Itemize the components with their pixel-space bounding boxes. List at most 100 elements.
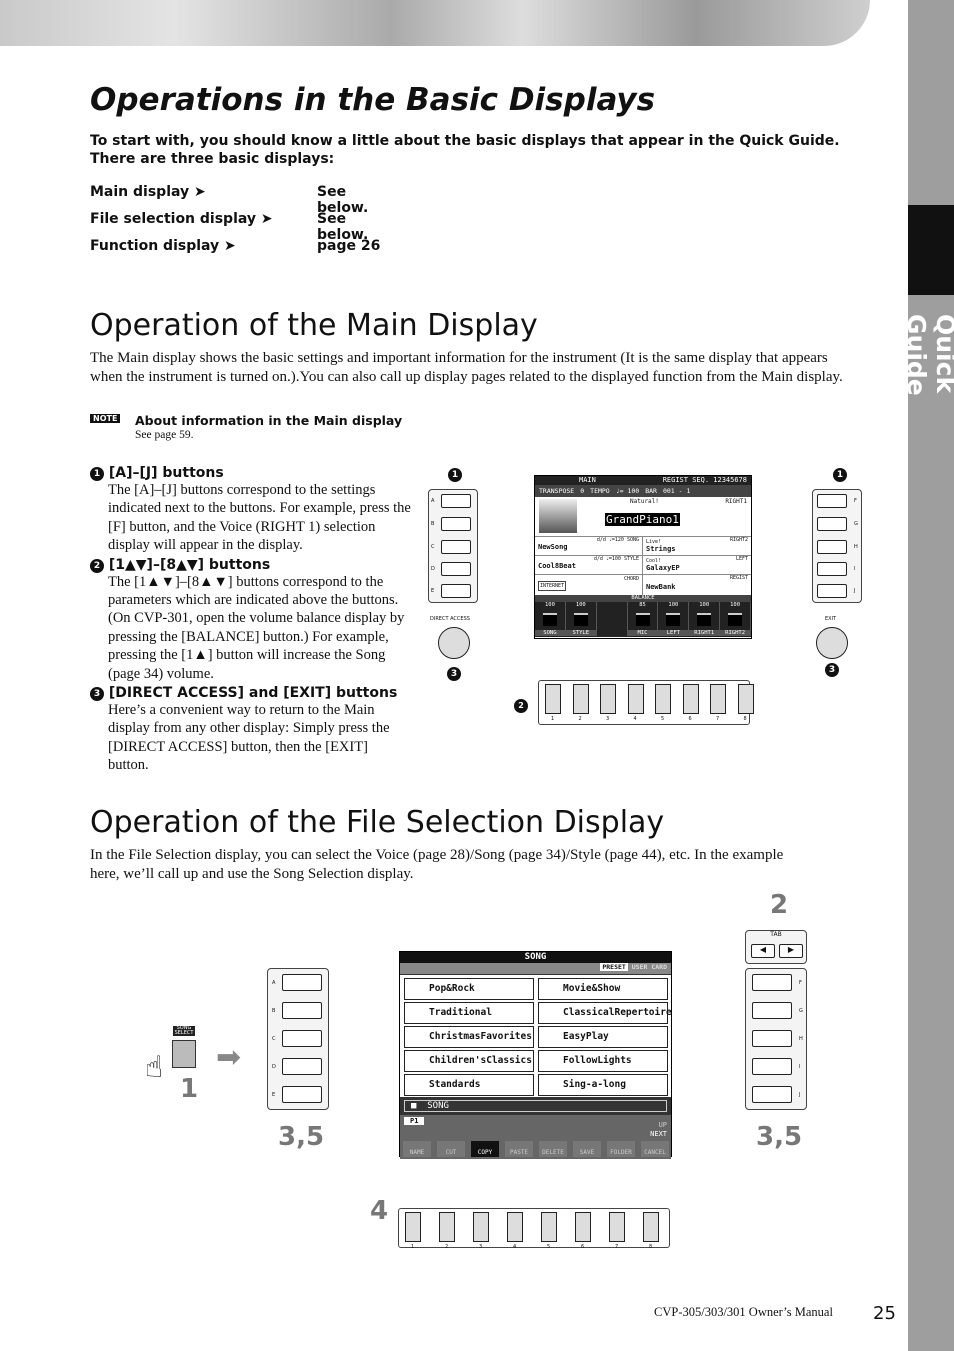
button-h[interactable] (817, 540, 847, 554)
letter-button[interactable] (282, 1086, 322, 1103)
style-name[interactable]: Cool8Beat (538, 562, 576, 570)
balance-fader[interactable] (666, 613, 681, 626)
file-item[interactable]: Movie&Show (538, 978, 668, 1000)
tool-button-cancel[interactable]: CANCEL (641, 1141, 669, 1157)
tool-button-paste[interactable]: PASTE (505, 1141, 533, 1157)
slider-button-7[interactable] (609, 1212, 625, 1242)
slider-button-5[interactable] (655, 684, 671, 714)
slider-button-3[interactable] (473, 1212, 489, 1242)
up-button[interactable]: UP (659, 1121, 667, 1129)
right2-voice[interactable]: Strings (646, 545, 676, 553)
item-text: Here’s a convenient way to return to the… (108, 702, 390, 774)
page-tab-p1[interactable]: P1 (404, 1117, 425, 1125)
letter-button[interactable] (752, 1030, 792, 1047)
slider-number: 1 (551, 716, 555, 722)
slider-number: 4 (633, 716, 637, 722)
file-item[interactable]: Sing-a-long (538, 1074, 668, 1096)
direct-access-button[interactable] (438, 627, 470, 659)
file-item[interactable]: Children'sClassics (404, 1050, 534, 1072)
balance-column: 100 RIGHT1 (689, 602, 721, 636)
button-letter: E (431, 588, 435, 594)
song-select-button[interactable] (172, 1040, 196, 1068)
tab-card[interactable]: CARD (651, 963, 667, 971)
song-name[interactable]: NewSong (538, 543, 568, 551)
transpose-value[interactable]: 0 (580, 485, 584, 497)
slider-button-8[interactable] (643, 1212, 659, 1242)
slider-button-8[interactable] (737, 684, 754, 714)
slider-button-7[interactable] (710, 684, 726, 714)
next-button[interactable]: NEXT (650, 1130, 667, 1138)
button-f[interactable] (817, 494, 847, 508)
tool-button-name[interactable]: NAME (403, 1141, 431, 1157)
slider-button-4[interactable] (507, 1212, 523, 1242)
lcd-title: MAIN (579, 476, 596, 484)
slider-button-4[interactable] (627, 684, 644, 714)
letter-button[interactable] (752, 974, 792, 991)
slider-button-2[interactable] (439, 1212, 455, 1242)
button-e[interactable] (441, 584, 471, 598)
callout-number: 1 (448, 468, 462, 482)
slider-button-3[interactable] (600, 684, 616, 714)
balance-fader[interactable] (635, 613, 650, 626)
file-item[interactable]: ClassicalRepertoire (538, 1002, 672, 1024)
tab-preset[interactable]: PRESET (600, 963, 628, 971)
regist-bank[interactable]: NewBank (646, 583, 676, 591)
tab-right-button[interactable]: ▶ (779, 944, 803, 958)
piano-image (539, 499, 577, 533)
balance-fader[interactable] (728, 613, 743, 626)
slider-button-1[interactable] (405, 1212, 421, 1242)
file-item[interactable]: ChristmasFavorites (404, 1026, 534, 1048)
section-heading: Operation of the File Selection Display (90, 805, 665, 840)
letter-button[interactable] (282, 974, 322, 991)
tempo-label: TEMPO (590, 487, 610, 495)
tool-button-folder[interactable]: FOLDER (607, 1141, 635, 1157)
slider-button-1[interactable] (545, 684, 561, 714)
right-button-panel: F G H I J (812, 489, 862, 603)
file-item[interactable]: FollowLights (538, 1050, 668, 1072)
tab-user[interactable]: USER (632, 963, 648, 971)
slider-number: 3 (606, 716, 610, 722)
tool-button-delete[interactable]: DELETE (539, 1141, 567, 1157)
button-i[interactable] (817, 562, 847, 576)
button-b[interactable] (441, 517, 471, 531)
balance-fader[interactable] (573, 613, 588, 626)
button-j[interactable] (817, 584, 847, 598)
slider-button-2[interactable] (572, 684, 589, 714)
slider-button-6[interactable] (682, 684, 699, 714)
tab-left-button[interactable]: ◀ (751, 944, 775, 958)
balance-fader[interactable] (543, 613, 557, 626)
tool-button-copy[interactable]: COPY (471, 1141, 499, 1157)
tool-button-cut[interactable]: CUT (437, 1141, 465, 1157)
button-a[interactable] (441, 494, 471, 508)
slider-button-6[interactable] (575, 1212, 591, 1242)
letter-button[interactable] (752, 1086, 792, 1103)
exit-button[interactable] (816, 627, 848, 659)
callout-number: 3 (825, 663, 839, 677)
tempo-value[interactable]: ♩= 100 (616, 485, 639, 497)
file-item[interactable]: Pop&Rock (404, 978, 534, 1000)
button-descriptions: 1 [A]–[J] buttons The [A]–[J] buttons co… (90, 465, 412, 775)
file-item[interactable]: Traditional (404, 1002, 534, 1024)
button-c[interactable] (441, 540, 471, 554)
letter-button[interactable] (752, 1002, 792, 1019)
button-letter: D (272, 1064, 276, 1070)
balance-fader[interactable] (697, 613, 712, 626)
letter-button[interactable] (282, 1030, 322, 1047)
internet-button[interactable]: INTERNET (538, 581, 567, 591)
tool-button-save[interactable]: SAVE (573, 1141, 601, 1157)
button-g[interactable] (817, 517, 847, 531)
button-letter: C (272, 1036, 276, 1042)
balance-label: MIC (627, 630, 658, 636)
letter-button[interactable] (282, 1058, 322, 1075)
display-label: Function display ➤ (90, 238, 236, 254)
left-voice[interactable]: GalaxyEP (646, 564, 680, 572)
balance-column: 100 STYLE (565, 602, 597, 636)
slider-button-5[interactable] (541, 1212, 557, 1242)
file-item[interactable]: Standards (404, 1074, 534, 1096)
button-d[interactable] (441, 562, 471, 576)
voice-right1-area[interactable]: Natural! RIGHT1 GrandPiano1 (535, 497, 751, 537)
letter-button[interactable] (282, 1002, 322, 1019)
file-item[interactable]: EasyPlay (538, 1026, 668, 1048)
letter-button[interactable] (752, 1058, 792, 1075)
slider-number: 8 (743, 716, 747, 722)
